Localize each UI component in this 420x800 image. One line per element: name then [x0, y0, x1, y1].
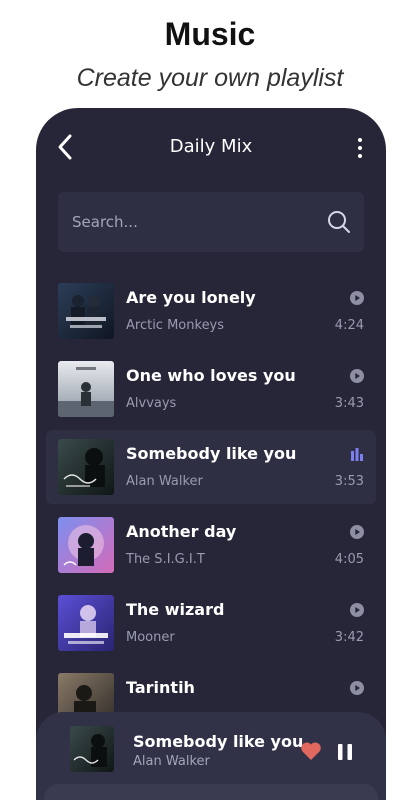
now-playing-cover [70, 726, 114, 772]
heart-icon[interactable] [300, 741, 322, 761]
now-playing-bar[interactable]: Somebody like you Alan Walker [36, 712, 386, 800]
pause-icon[interactable] [335, 742, 355, 762]
track-row[interactable]: Another day The S.I.G.I.T 4:05 [46, 508, 376, 582]
app-header: Daily Mix [36, 108, 386, 188]
track-duration: 3:53 [334, 474, 364, 489]
now-playing-artist: Alan Walker [133, 754, 210, 769]
promo-subtitle: Create your own playlist [76, 64, 344, 92]
more-vertical-icon [358, 138, 362, 158]
track-title: One who loves you [126, 366, 296, 385]
promo-title: Music [164, 16, 256, 52]
track-artist: Alvvays [126, 396, 177, 411]
track-duration: 4:24 [334, 318, 364, 333]
track-duration: 3:42 [334, 630, 364, 645]
track-duration: 4:05 [334, 552, 364, 567]
album-cover [58, 439, 114, 495]
track-row-active[interactable]: Somebody like you Alan Walker 3:53 [46, 430, 376, 504]
track-artist: Alan Walker [126, 474, 203, 489]
track-row[interactable]: One who loves you Alvvays 3:43 [46, 352, 376, 426]
phone-screen: Daily Mix Search... Are you lonely Arcti… [36, 108, 386, 800]
play-icon[interactable] [350, 369, 364, 383]
now-playing-title: Somebody like you [133, 732, 304, 751]
bottom-nav-edge [44, 784, 378, 800]
track-duration: 3:43 [334, 396, 364, 411]
track-artist: Mooner [126, 630, 175, 645]
search-icon[interactable] [326, 209, 352, 235]
more-options-button[interactable] [350, 136, 370, 160]
track-title: Somebody like you [126, 444, 297, 463]
track-title: Another day [126, 522, 237, 541]
album-cover [58, 361, 114, 417]
equalizer-icon [351, 448, 363, 461]
search-bar [58, 192, 364, 252]
track-artist: The S.I.G.I.T [126, 552, 205, 567]
search-input[interactable] [72, 192, 312, 252]
track-row[interactable]: The wizard Mooner 3:42 [46, 586, 376, 660]
play-icon[interactable] [350, 603, 364, 617]
play-icon[interactable] [350, 291, 364, 305]
play-icon[interactable] [350, 681, 364, 695]
album-cover [58, 517, 114, 573]
track-artist: Arctic Monkeys [126, 318, 225, 333]
album-cover [58, 283, 114, 339]
page-title: Daily Mix [169, 136, 253, 157]
track-title: The wizard [126, 600, 225, 619]
track-title: Tarintih [126, 678, 195, 697]
album-cover [58, 595, 114, 651]
track-title: Are you lonely [126, 288, 256, 307]
track-row[interactable]: Are you lonely Arctic Monkeys 4:24 [46, 274, 376, 348]
play-icon[interactable] [350, 525, 364, 539]
